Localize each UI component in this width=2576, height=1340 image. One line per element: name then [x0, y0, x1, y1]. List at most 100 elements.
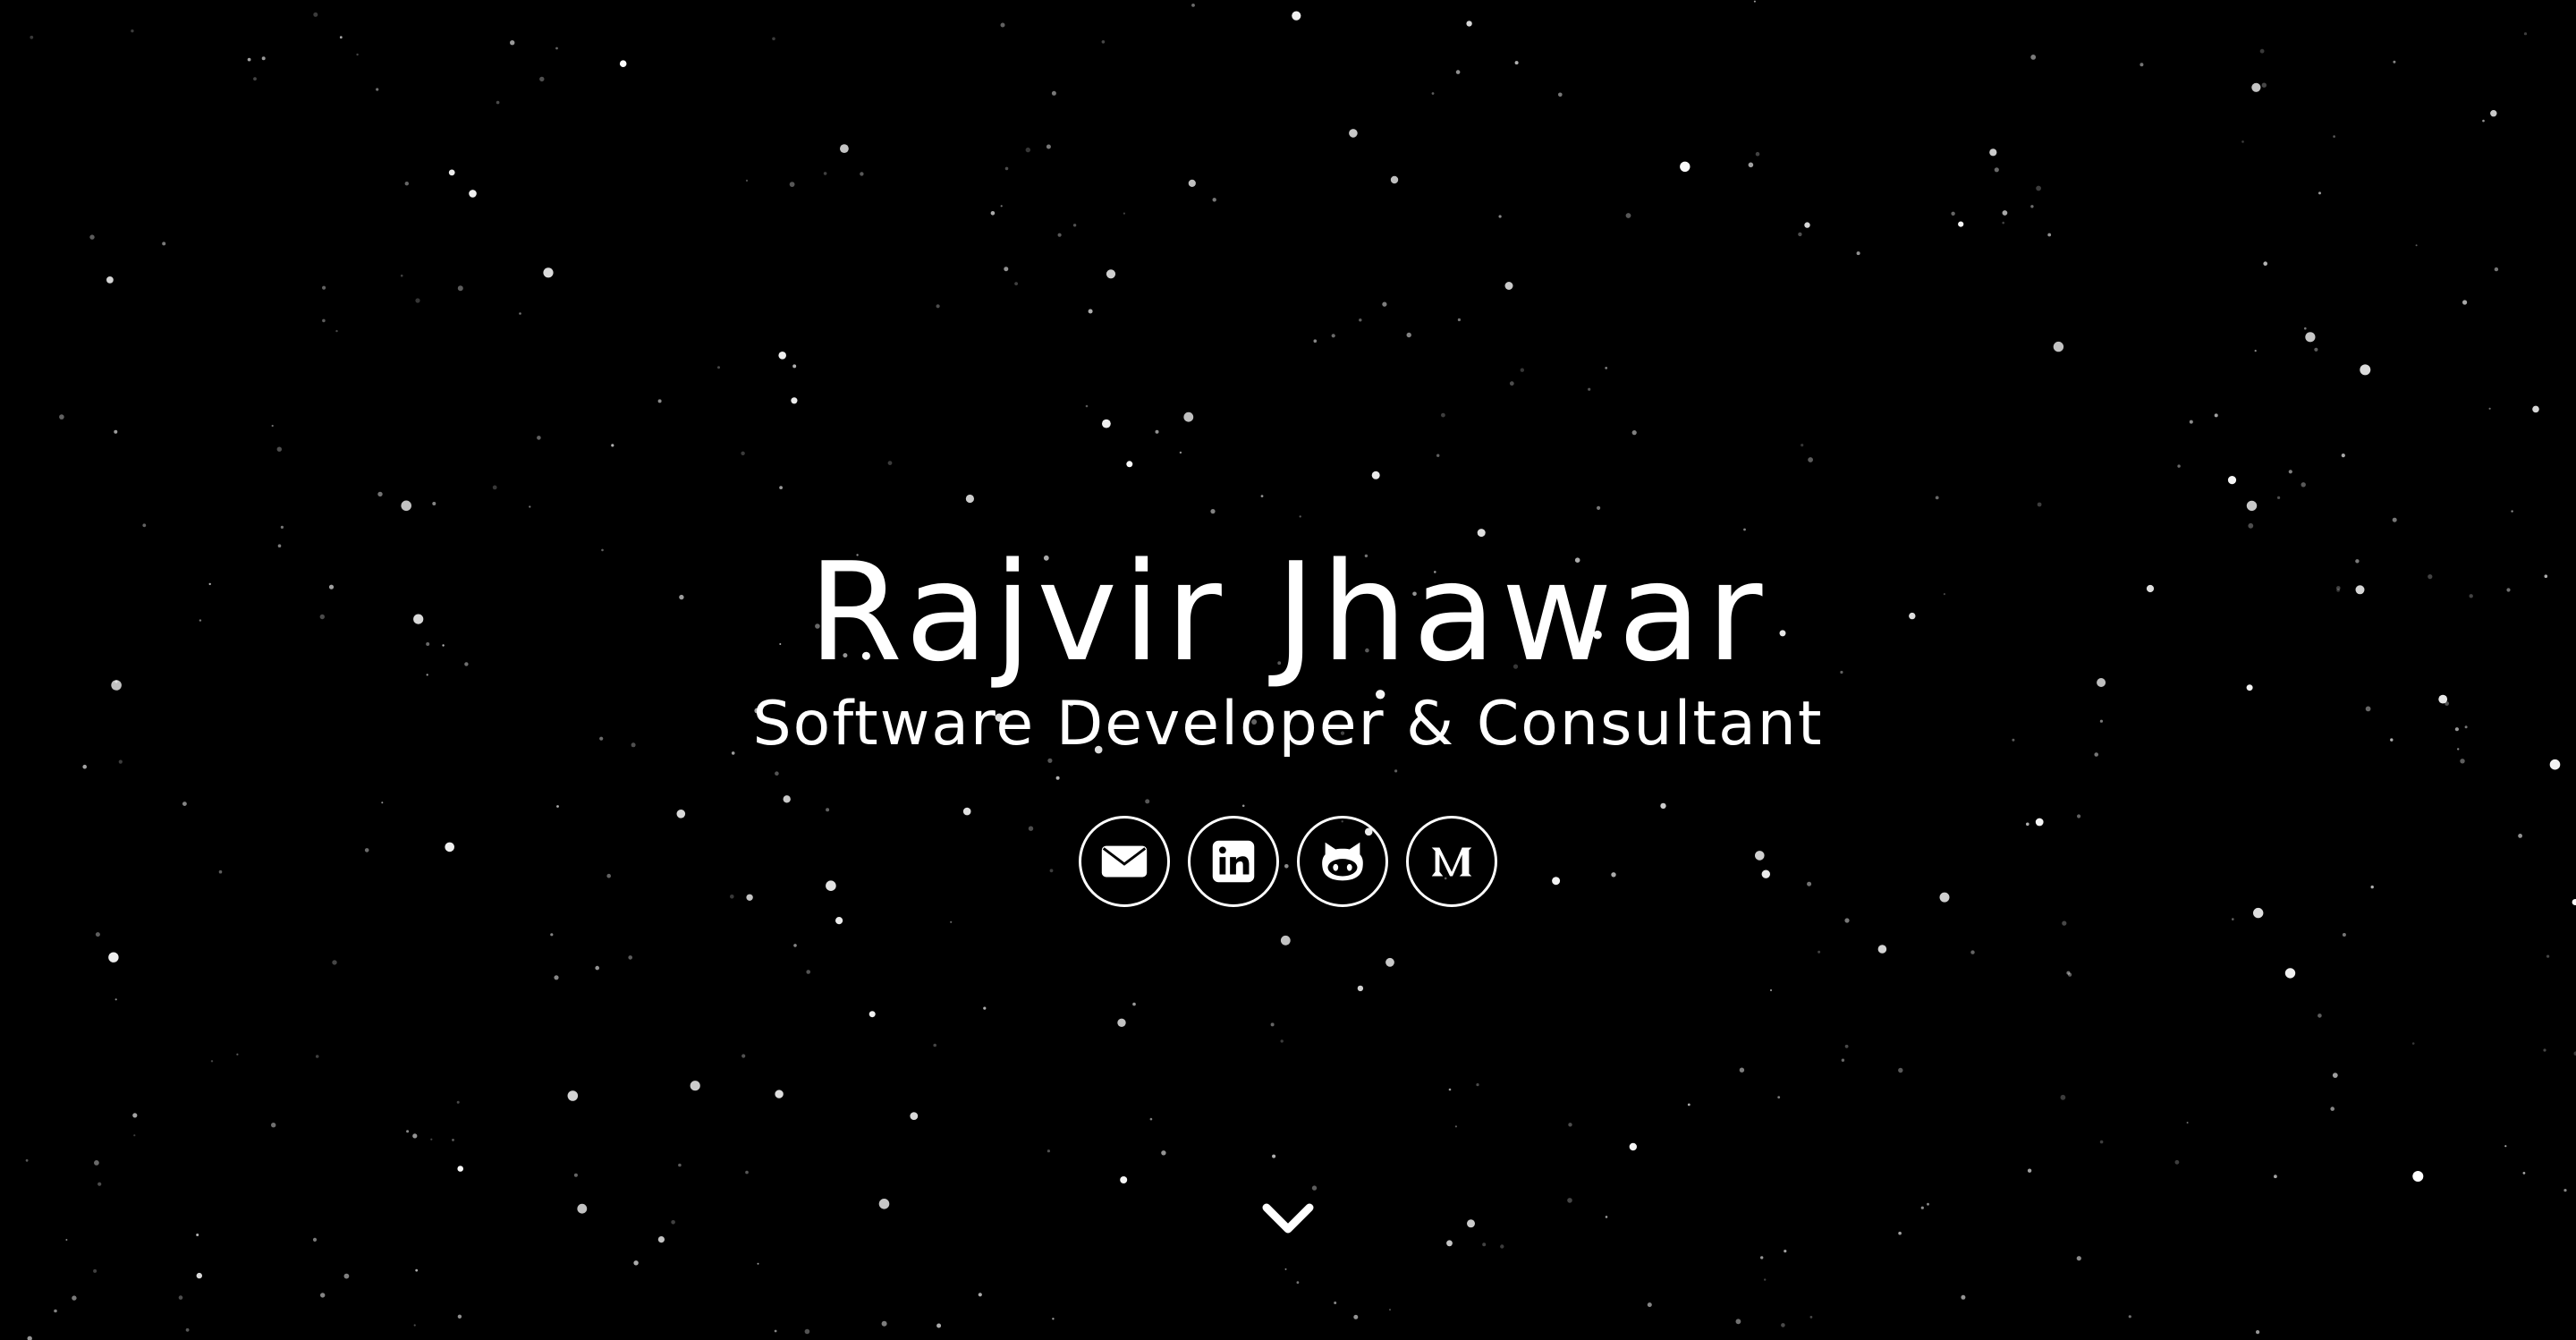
star: [2128, 1315, 2131, 1319]
star: [936, 304, 940, 309]
star: [236, 1053, 239, 1056]
star: [322, 318, 326, 323]
star: [315, 1055, 319, 1058]
star: [1605, 1216, 1608, 1218]
star: [793, 944, 797, 947]
star: [1798, 232, 1802, 237]
star: [271, 1123, 276, 1128]
star: [1457, 318, 1461, 322]
star: [1448, 1088, 1452, 1091]
star: [1191, 4, 1195, 7]
star: [933, 1043, 936, 1047]
star: [2254, 350, 2257, 352]
star: [983, 1006, 987, 1010]
star: [1046, 144, 1051, 149]
star: [1241, 804, 1245, 808]
star: [1568, 1123, 1572, 1127]
star: [1051, 90, 1056, 96]
star: [1660, 802, 1666, 810]
star: [519, 312, 521, 315]
star: [1498, 215, 1502, 218]
star: [611, 444, 614, 447]
star: [2002, 221, 2004, 225]
star: [452, 1139, 454, 1141]
chevron-down-icon[interactable]: [1261, 1195, 1315, 1242]
email-button[interactable]: [1079, 816, 1170, 907]
star: [550, 933, 554, 937]
star: [27, 1336, 32, 1340]
star: [1841, 1058, 1845, 1062]
star: [775, 1090, 784, 1098]
star: [456, 1100, 460, 1104]
star: [1385, 957, 1394, 967]
star: [1357, 985, 1364, 992]
star: [322, 285, 326, 290]
star: [2251, 82, 2261, 92]
medium-button[interactable]: [1406, 816, 1497, 907]
star: [1394, 769, 1398, 773]
star: [2263, 261, 2267, 267]
linkedin-button[interactable]: [1188, 816, 1279, 907]
star: [2333, 135, 2335, 138]
star: [990, 211, 996, 216]
star: [2256, 1330, 2260, 1335]
star: [1927, 1202, 1929, 1206]
star: [1004, 267, 1009, 272]
star: [1504, 282, 1513, 290]
star: [1844, 1044, 1849, 1048]
star: [2066, 971, 2071, 975]
star: [2523, 32, 2528, 36]
star: [1647, 1302, 1652, 1308]
star: [1951, 211, 1955, 216]
star: [783, 795, 791, 803]
star: [131, 29, 134, 33]
star: [1764, 1278, 1767, 1281]
star: [247, 57, 251, 62]
star: [860, 172, 864, 176]
star: [2027, 1168, 2032, 1173]
star: [377, 491, 383, 497]
star: [2060, 1094, 2066, 1100]
star: [1784, 1250, 1787, 1253]
star: [1558, 92, 1563, 98]
github-button[interactable]: [1297, 816, 1388, 907]
star: [185, 1327, 190, 1332]
star: [1183, 411, 1194, 422]
star: [1331, 334, 1335, 338]
star: [2546, 954, 2550, 958]
star: [1004, 166, 1009, 171]
page-title: Rajvir Jhawar: [808, 533, 1768, 691]
star: [1389, 1309, 1391, 1311]
star: [457, 1314, 462, 1319]
star: [114, 998, 117, 1001]
star: [1509, 381, 1514, 386]
star: [1520, 368, 1525, 372]
star: [1801, 444, 1804, 447]
star: [2304, 327, 2307, 330]
star: [1935, 496, 1939, 500]
star: [657, 399, 662, 403]
star: [1455, 70, 1461, 74]
star: [2062, 920, 2067, 926]
star: [1161, 1150, 1166, 1156]
star: [2140, 63, 2144, 67]
star: [1735, 1319, 1741, 1325]
star: [628, 955, 632, 960]
star: [1210, 509, 1216, 514]
star: [1149, 1117, 1153, 1121]
star: [2274, 1175, 2277, 1179]
star: [280, 525, 284, 530]
star: [1349, 129, 1358, 138]
star: [1748, 162, 1754, 168]
star: [804, 1328, 810, 1335]
star: [1280, 935, 1291, 946]
star: [826, 808, 830, 812]
star: [1299, 515, 1301, 518]
star: [412, 1133, 418, 1139]
star: [678, 1163, 682, 1167]
star: [1014, 282, 1018, 285]
star: [823, 172, 827, 175]
star: [320, 1293, 326, 1298]
star: [554, 975, 559, 980]
star: [2261, 82, 2267, 88]
